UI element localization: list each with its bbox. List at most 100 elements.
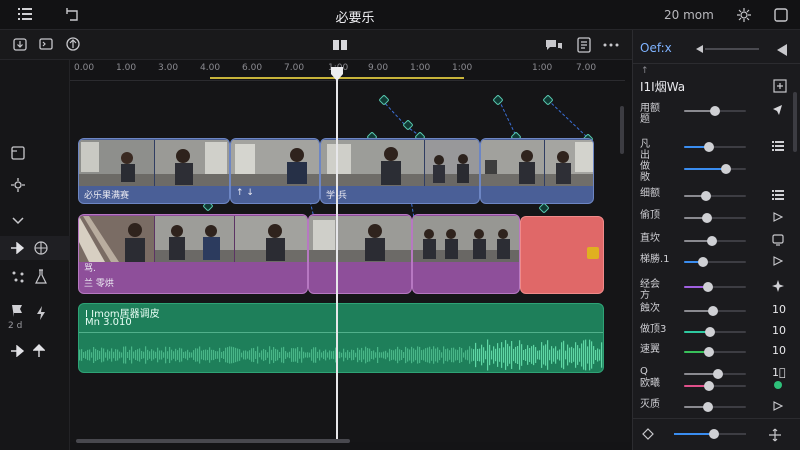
property-slider[interactable] <box>684 164 746 174</box>
video-clip[interactable]: 学 兵 <box>320 138 480 204</box>
waveform-bar <box>525 349 527 361</box>
vertical-scrollbar[interactable] <box>620 106 624 154</box>
property-slider[interactable] <box>684 236 746 246</box>
slider-knob[interactable] <box>706 236 717 246</box>
property-row[interactable]: 速翼 10 <box>640 343 790 361</box>
property-slider[interactable] <box>684 106 746 116</box>
property-slider[interactable] <box>684 257 746 267</box>
playhead[interactable] <box>336 70 338 442</box>
dot-icon[interactable] <box>770 377 786 393</box>
slider-knob[interactable] <box>702 402 713 412</box>
slider-knob[interactable] <box>697 257 708 267</box>
waveform-bar <box>279 351 281 359</box>
slider-knob[interactable] <box>702 282 713 292</box>
property-slider[interactable] <box>684 282 746 292</box>
slider-knob[interactable] <box>710 106 720 116</box>
lightning-icon[interactable] <box>30 302 52 324</box>
flag-icon[interactable] <box>7 300 29 322</box>
slider-knob[interactable] <box>708 306 719 316</box>
property-slider[interactable] <box>684 142 746 152</box>
more-icon[interactable] <box>601 35 621 55</box>
menu-icon[interactable] <box>16 4 36 24</box>
play-icon[interactable] <box>770 209 786 225</box>
cursor-icon[interactable] <box>770 102 786 118</box>
property-slider[interactable] <box>684 327 746 337</box>
overlay-clip[interactable]: 骂. 兰 零烘 <box>78 214 308 294</box>
slider-knob[interactable] <box>703 142 714 152</box>
video-clip[interactable]: 必乐果满赛 <box>78 138 230 204</box>
video-clip[interactable]: ↑ ↓ <box>230 138 320 204</box>
inspector-tab[interactable]: Oef:x <box>640 41 672 55</box>
slider-knob[interactable] <box>703 347 714 357</box>
keyframe-diamond-icon[interactable] <box>642 428 654 440</box>
video-clip[interactable] <box>480 138 594 204</box>
slider-knob[interactable] <box>705 327 716 337</box>
list-icon[interactable] <box>770 138 786 154</box>
footer-slider-knob[interactable] <box>708 429 719 439</box>
back-icon[interactable] <box>62 4 82 24</box>
arrow-up-icon[interactable] <box>28 340 50 362</box>
property-slider[interactable] <box>684 191 746 201</box>
property-row[interactable]: 梯勝.1 <box>640 253 790 271</box>
gear-icon[interactable] <box>7 174 29 196</box>
overlay-clip[interactable] <box>412 214 520 294</box>
property-value[interactable]: 10 <box>772 324 786 337</box>
add-icon[interactable] <box>770 76 790 96</box>
property-slider[interactable] <box>684 402 746 412</box>
terminal-icon[interactable] <box>36 34 56 54</box>
move-icon[interactable] <box>765 425 785 445</box>
property-slider[interactable] <box>684 369 746 379</box>
audio-clip[interactable]: I Imom居器调皮 Mn 3.010 <box>78 303 604 373</box>
property-row[interactable]: 蝕次 10 <box>640 302 790 320</box>
property-slider[interactable] <box>684 213 746 223</box>
window-icon[interactable] <box>771 5 791 25</box>
slider-knob[interactable] <box>700 191 711 201</box>
property-slider[interactable] <box>684 381 746 391</box>
property-row[interactable]: 偷顶 <box>640 209 790 227</box>
property-row[interactable]: 用额 题 <box>640 102 790 125</box>
list-icon[interactable] <box>770 187 786 203</box>
property-row[interactable]: 直坎 <box>640 232 790 250</box>
book-icon[interactable] <box>330 35 350 55</box>
property-row[interactable]: 凡 出 <box>640 138 790 161</box>
globe-icon[interactable] <box>30 237 52 259</box>
header-slider[interactable] <box>696 44 760 54</box>
chat-icon[interactable] <box>544 35 564 55</box>
slider-knob[interactable] <box>703 381 714 391</box>
arrow-right-icon[interactable] <box>7 237 29 259</box>
property-value[interactable]: 10 <box>772 303 786 316</box>
slider-knob[interactable] <box>701 213 712 223</box>
property-row[interactable]: 灭质 <box>640 398 790 416</box>
chevron-down-icon[interactable] <box>7 210 29 232</box>
property-slider[interactable] <box>684 306 746 316</box>
playhead-handle[interactable] <box>331 67 343 81</box>
flask-icon[interactable] <box>30 266 52 288</box>
screen-icon[interactable] <box>770 232 786 248</box>
property-row[interactable]: 做 敞 <box>640 160 790 183</box>
waveform-bar <box>333 350 335 360</box>
brightness-icon[interactable] <box>734 5 754 25</box>
property-row[interactable]: 做顶3 10 <box>640 323 790 341</box>
footer-slider[interactable] <box>674 429 746 439</box>
property-row[interactable]: 经会 方 <box>640 278 790 301</box>
document-icon[interactable] <box>574 35 594 55</box>
sync-icon[interactable] <box>63 34 83 54</box>
property-row[interactable]: 欧曦 <box>640 377 790 395</box>
color-clip[interactable] <box>520 216 604 294</box>
overlay-clip[interactable] <box>308 214 412 294</box>
play-icon[interactable] <box>770 398 786 414</box>
property-value[interactable]: 10 <box>772 344 786 357</box>
property-row[interactable]: 细额 <box>640 187 790 205</box>
play-icon[interactable] <box>770 253 786 269</box>
horizontal-scrollbar[interactable] <box>76 439 350 443</box>
waveform-bar <box>309 352 311 358</box>
scatter-icon[interactable] <box>7 266 29 288</box>
layer-icon[interactable] <box>7 142 29 164</box>
share-icon[interactable] <box>772 40 792 60</box>
panel-scrollbar[interactable] <box>793 92 797 152</box>
arrow-right-icon-2[interactable] <box>7 340 29 362</box>
sparkle-icon[interactable] <box>770 278 786 294</box>
slider-knob[interactable] <box>721 164 732 174</box>
property-slider[interactable] <box>684 347 746 357</box>
import-icon[interactable] <box>10 34 30 54</box>
